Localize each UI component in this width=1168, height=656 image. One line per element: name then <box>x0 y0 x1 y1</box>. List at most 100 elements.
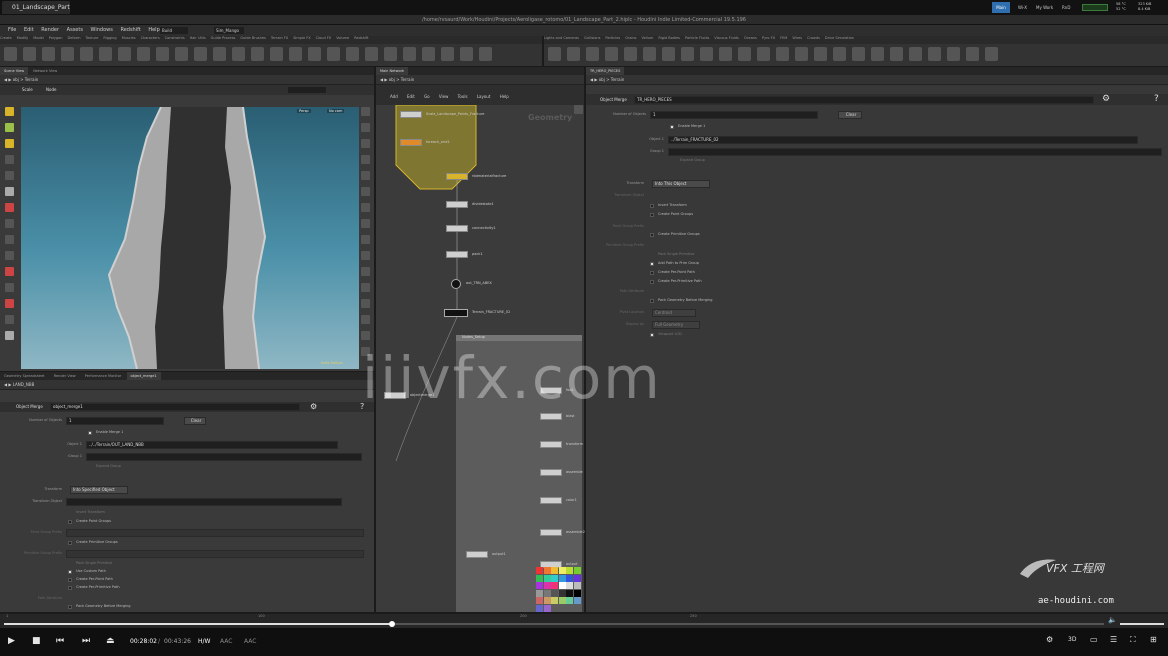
display-option-icon[interactable] <box>361 155 370 164</box>
shelf-tool-icon[interactable] <box>719 47 732 61</box>
menu-windows[interactable]: Windows <box>91 27 113 33</box>
viewport-tool-icon[interactable] <box>5 139 14 148</box>
right-node-name[interactable]: TR_HERO_PIECES <box>634 96 1094 104</box>
mode-node[interactable]: Node <box>46 87 56 92</box>
display-option-icon[interactable] <box>361 299 370 308</box>
shelf-tool-icon[interactable] <box>567 47 580 61</box>
subnet-node[interactable] <box>540 529 562 536</box>
shelf-tool-icon[interactable] <box>947 47 960 61</box>
shelf-tool-icon[interactable] <box>738 47 751 61</box>
palette-swatch[interactable] <box>536 582 543 589</box>
settings-icon[interactable]: ⚙ <box>1046 635 1053 644</box>
shelf-tab-7[interactable]: Muscles <box>122 36 136 40</box>
viewport-tool-icon[interactable] <box>5 107 14 116</box>
net-menu-tools[interactable]: Tools <box>458 94 468 99</box>
tab-geo-spreadsheet[interactable]: Geometry Spreadsheet <box>0 372 49 380</box>
net-menu-go[interactable]: Go <box>424 94 430 99</box>
shelf-tool-icon[interactable] <box>194 47 207 61</box>
shelf-tool-icon[interactable] <box>966 47 979 61</box>
palette-swatch[interactable] <box>566 589 573 597</box>
viewport-tool-icon[interactable] <box>5 331 14 340</box>
palette-swatch[interactable] <box>558 567 566 574</box>
right-create-point-groups-check[interactable] <box>650 213 654 217</box>
left-transform-select[interactable]: Into Specified Object <box>70 486 128 494</box>
viewport-tool-icon[interactable] <box>5 155 14 164</box>
left-create-point-groups-check[interactable] <box>68 520 72 524</box>
tab-scene-view[interactable]: Scene View <box>0 67 29 75</box>
shelf-tab-4[interactable]: Deform <box>68 36 81 40</box>
left-num-objects-field[interactable]: 1 <box>66 417 164 425</box>
shelf-tab-6[interactable]: Rigging <box>103 36 116 40</box>
shelf-tool-icon[interactable] <box>80 47 93 61</box>
display-option-icon[interactable] <box>361 139 370 148</box>
shelf-tool-icon[interactable] <box>441 47 454 61</box>
shelf-tool-icon[interactable] <box>833 47 846 61</box>
right-pack-geo-check[interactable] <box>650 299 654 303</box>
left-path-value[interactable]: LAND_NBB <box>13 382 35 387</box>
right-enable-merge-check[interactable] <box>670 125 674 129</box>
shelf-tool-icon[interactable] <box>384 47 397 61</box>
left-transform-obj-field[interactable] <box>66 498 342 506</box>
subtitles-icon[interactable]: ▭ <box>1090 635 1098 644</box>
shelf-tool-icon[interactable] <box>586 47 599 61</box>
tab-object-merge1[interactable]: object_merge1 <box>126 372 161 380</box>
right-create-prim-groups-check[interactable] <box>650 233 654 237</box>
network-nav-icon[interactable]: ◀ ▶ <box>380 77 389 82</box>
volume-slider[interactable] <box>1120 623 1164 625</box>
right-clear-button[interactable]: Clear <box>838 111 862 119</box>
viewport-tool-icon[interactable] <box>5 267 14 276</box>
viewport-tool-icon[interactable] <box>5 299 14 308</box>
left-custom-path-check[interactable] <box>68 570 72 574</box>
display-option-icon[interactable] <box>361 187 370 196</box>
viewport-tool-icon[interactable] <box>5 283 14 292</box>
left-point-group-prefix-field[interactable] <box>66 529 364 537</box>
shelf-tool-icon[interactable] <box>327 47 340 61</box>
right-help-icon[interactable]: ? <box>1154 94 1159 104</box>
tray-wix[interactable]: Wi-X <box>1018 2 1027 13</box>
shelf-tool-icon[interactable] <box>814 47 827 61</box>
shelf-tab-right-2[interactable]: Particles <box>605 36 620 40</box>
shelf-tool-icon[interactable] <box>4 47 17 61</box>
palette-swatch[interactable] <box>558 589 566 597</box>
palette-swatch[interactable] <box>558 582 566 589</box>
menu-grid-icon[interactable]: ⊞ <box>1150 635 1157 644</box>
shelf-tool-icon[interactable] <box>795 47 808 61</box>
palette-swatch[interactable] <box>543 589 551 597</box>
display-option-icon[interactable] <box>361 283 370 292</box>
display-option-icon[interactable] <box>361 203 370 212</box>
nav-arrows-icon[interactable]: ◀ ▶ <box>4 382 13 387</box>
right-add-path-check[interactable] <box>650 262 654 266</box>
gear-icon[interactable]: ⚙ <box>310 402 317 411</box>
shelf-tab-2[interactable]: Model <box>33 36 44 40</box>
menu-render[interactable]: Render <box>41 27 59 33</box>
shelf-tab-13[interactable]: Terrain FX <box>271 36 288 40</box>
shelf-tab-right-13[interactable]: Drive Simulation <box>825 36 854 40</box>
palette-swatch[interactable] <box>536 574 543 582</box>
net-menu-layout[interactable]: Layout <box>477 94 491 99</box>
shelf-tool-icon[interactable] <box>681 47 694 61</box>
shelf-tool-icon[interactable] <box>700 47 713 61</box>
houdini-timeline[interactable]: 1 100 200 250 🔈 <box>0 614 1168 628</box>
menu-edit[interactable]: Edit <box>24 27 34 33</box>
shelf-tool-icon[interactable] <box>156 47 169 61</box>
subnet-node[interactable] <box>540 497 562 504</box>
left-expand-group[interactable]: Expand Group <box>96 464 121 468</box>
hw-decoder[interactable]: H/W <box>198 638 210 645</box>
shelf-tool-icon[interactable] <box>985 47 998 61</box>
palette-swatch[interactable] <box>551 567 558 574</box>
shelf-tab-right-0[interactable]: Lights and Cameras <box>544 36 579 40</box>
subnet-node[interactable] <box>540 413 562 420</box>
palette-swatch[interactable] <box>536 597 543 604</box>
shelf-tool-icon[interactable] <box>890 47 903 61</box>
shelf-tool-icon[interactable] <box>624 47 637 61</box>
camera-button[interactable]: Persp <box>297 109 311 113</box>
palette-swatch[interactable] <box>536 589 543 597</box>
shelf-tab-right-11[interactable]: Wires <box>792 36 802 40</box>
shelf-tool-icon[interactable] <box>251 47 264 61</box>
tab-network-view[interactable]: Network View <box>29 67 61 75</box>
viewport-tool-icon[interactable] <box>5 171 14 180</box>
shelf-tab-5[interactable]: Texture <box>86 36 99 40</box>
palette-swatch[interactable] <box>573 567 581 574</box>
display-option-icon[interactable] <box>361 315 370 324</box>
shelf-tool-icon[interactable] <box>479 47 492 61</box>
